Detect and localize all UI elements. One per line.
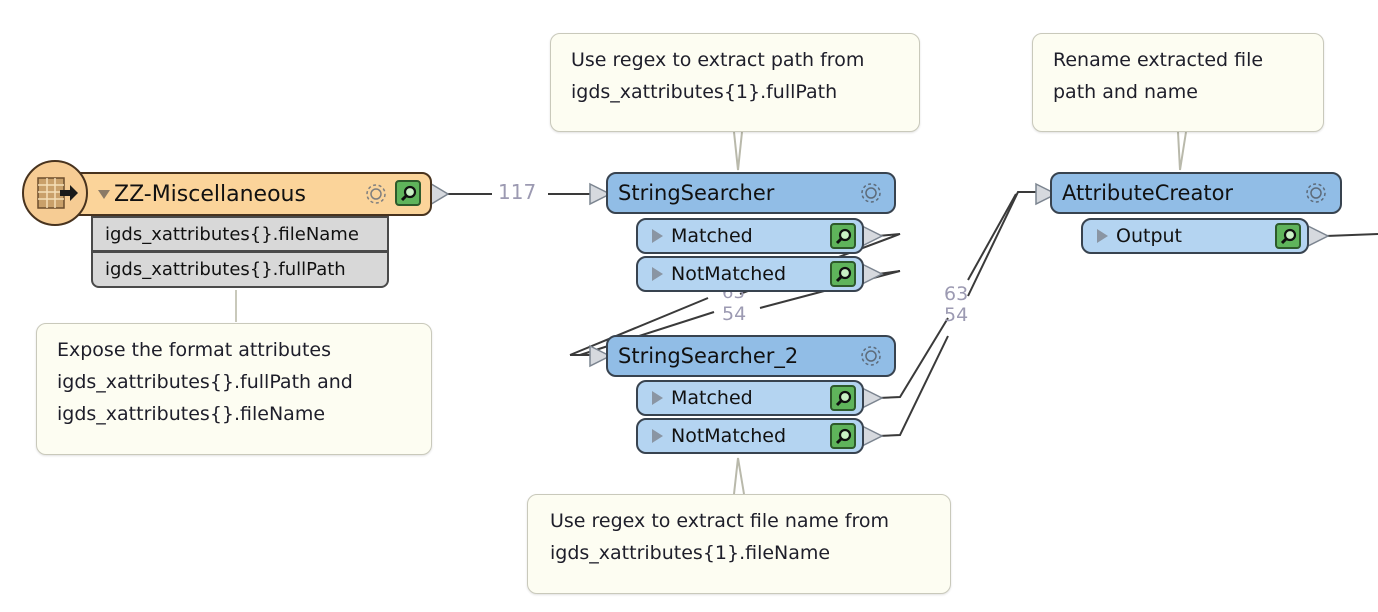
workspace-canvas[interactable]: 117 63 54 63 54 Expose the format attrib… [0, 0, 1378, 612]
feature-count-label: 117 [498, 180, 537, 204]
inspect-icon[interactable] [830, 423, 856, 449]
port-label: NotMatched [671, 263, 787, 285]
inspect-icon[interactable] [830, 223, 856, 249]
searcher-matched-output-arrow [861, 224, 884, 248]
feature-count-label: 63 [944, 283, 969, 305]
annotation-reader[interactable]: Expose the format attributes igds_xattri… [36, 323, 432, 455]
expand-triangle-icon[interactable] [652, 391, 663, 405]
reader-title: ZZ-Miscellaneous [114, 181, 306, 207]
port-label: Matched [671, 387, 753, 409]
inspect-icon[interactable] [830, 385, 856, 411]
expand-triangle-icon[interactable] [652, 229, 663, 243]
gear-icon[interactable] [857, 179, 885, 207]
expand-triangle-icon[interactable] [652, 429, 663, 443]
feature-count-label: 54 [722, 303, 747, 325]
port-label: Output [1116, 225, 1182, 247]
reader-attribute[interactable]: igds_xattributes{}.fileName [91, 216, 389, 252]
string-searcher-2-header[interactable]: StringSearcher_2 [606, 335, 896, 377]
inspect-icon[interactable] [830, 261, 856, 287]
port-label: Matched [671, 225, 753, 247]
annotation-string-searcher[interactable]: Use regex to extract path from igds_xatt… [550, 33, 920, 132]
annotation-string-searcher-2[interactable]: Use regex to extract file name from igds… [527, 494, 951, 594]
attribute-creator-header[interactable]: AttributeCreator [1050, 172, 1342, 214]
reader-attribute[interactable]: igds_xattributes{}.fullPath [91, 252, 389, 288]
reader-icon-circle[interactable] [22, 160, 88, 226]
searcher2-matched-output-arrow [861, 386, 884, 410]
annotation-attribute-creator[interactable]: Rename extracted file path and name [1032, 33, 1324, 132]
string-searcher-header[interactable]: StringSearcher [606, 172, 896, 214]
inspect-icon[interactable] [395, 180, 421, 206]
link-creator-output [1325, 233, 1378, 237]
table-reader-icon [37, 177, 78, 209]
gear-icon[interactable] [1302, 179, 1330, 207]
port-label: NotMatched [671, 425, 787, 447]
creator-output-arrow [1307, 224, 1330, 248]
expand-triangle-icon[interactable] [652, 267, 663, 281]
expand-triangle-icon[interactable] [1097, 229, 1108, 243]
searcher2-notmatched-output-arrow [861, 424, 884, 448]
transformer-title: StringSearcher_2 [618, 344, 799, 368]
searcher-notmatched-output-arrow [861, 262, 884, 286]
feature-count-label: 54 [944, 304, 969, 326]
gear-icon[interactable] [362, 180, 390, 208]
collapse-triangle-icon[interactable] [98, 189, 110, 199]
inspect-icon[interactable] [1275, 223, 1301, 249]
gear-icon[interactable] [857, 342, 885, 370]
transformer-title: AttributeCreator [1062, 181, 1234, 205]
transformer-title: StringSearcher [618, 181, 775, 205]
